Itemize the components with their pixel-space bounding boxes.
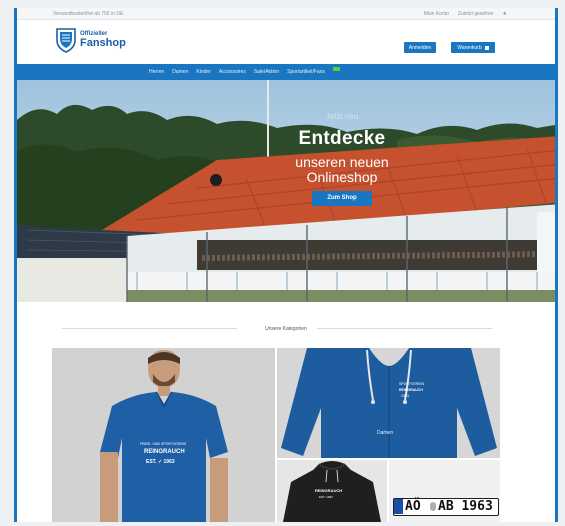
new-badge-icon (332, 67, 340, 71)
login-button[interactable]: Anmelden (404, 42, 436, 53)
tshirt-print-line3: EST. ✓ 1963 (146, 459, 175, 465)
heading-divider-right (317, 328, 492, 329)
main-navigation: Herren Damen Kinder Accessoires Sale/Akt… (17, 64, 555, 80)
category-tile-accessoires[interactable]: AÖ AB 1963 (389, 460, 500, 522)
jacket-print-line2: REINGRAUCH (399, 388, 423, 392)
nav-item-accessoires[interactable]: Accessoires (219, 69, 246, 75)
club-crest-icon (56, 28, 76, 53)
category-tile-kinder[interactable]: REINGRAUCH EST. 1963 (277, 460, 387, 522)
utility-links: Mein Konto Zuletzt gesehen ★ (424, 11, 507, 17)
nav-item-damen[interactable]: Damen (172, 69, 188, 75)
nav-item-sportartikel[interactable]: Sportartikel/Fans (287, 69, 325, 75)
nav-item-sale[interactable]: Sale/Aktion (254, 69, 279, 75)
plate-district: AÖ (405, 499, 421, 514)
logo-wordmark: Offizieller Fanshop (80, 31, 126, 49)
jacket-photo (281, 348, 497, 458)
tshirt-print-line1: FREIE- UND SPORTVEREIN (140, 442, 187, 446)
jacket-print-line3: 1963 (401, 394, 409, 398)
hoodie-print-line2: EST. 1963 (319, 495, 333, 499)
account-link[interactable]: Mein Konto (424, 11, 449, 17)
cart-icon (484, 45, 489, 50)
hoodie-print-line1: REINGRAUCH (315, 488, 343, 493)
jacket-category-label: Damen (377, 430, 394, 436)
license-plate: AÖ AB 1963 (393, 498, 499, 516)
logo-line2: Fanshop (80, 37, 126, 49)
cart-button-label: Warenkorb (457, 44, 482, 51)
nav-item-kinder[interactable]: Kinder (196, 69, 210, 75)
recently-viewed-link[interactable]: Zuletzt gesehen (458, 11, 494, 17)
shop-logo[interactable]: Offizieller Fanshop (55, 27, 126, 53)
top-utility-bar: Versandkostenfrei ab 75€ in DE Mein Kont… (17, 8, 555, 20)
tshirt-print-line2: REINGRAUCH (144, 449, 185, 455)
cart-button[interactable]: Warenkorb (451, 42, 495, 53)
hero-title: Entdecke (298, 128, 386, 149)
shop-now-button[interactable]: Zum Shop (312, 191, 372, 206)
hero-kicker: Jetzt neu (325, 112, 359, 121)
category-tile-herren[interactable]: FREIE- UND SPORTVEREIN REINGRAUCH EST. ✓… (52, 348, 275, 522)
hero-subtitle-line1: unseren neuen (295, 154, 389, 170)
category-tile-damen[interactable]: SPORTVEREIN REINGRAUCH 1963 Damen (277, 348, 500, 458)
eu-band-icon (394, 499, 403, 514)
jacket-print-line1: SPORTVEREIN (399, 382, 425, 386)
site-header: Offizieller Fanshop Anmelden Warenkorb (17, 20, 555, 64)
categories-heading: Unsere Kategorien (265, 326, 307, 332)
wishlist-icon[interactable]: ★ (503, 11, 507, 17)
plate-number: AB 1963 (438, 499, 493, 514)
tshirt-model-photo (100, 350, 228, 522)
shipping-notice: Versandkostenfrei ab 75€ in DE (53, 11, 124, 17)
hero-text-block: Jetzt neu Entdecke unseren neuen Onlines… (267, 112, 417, 206)
browser-page: Versandkostenfrei ab 75€ in DE Mein Kont… (14, 8, 558, 522)
nav-item-herren[interactable]: Herren (149, 69, 164, 75)
hero-subtitle-line2: Onlineshop (306, 169, 378, 185)
plate-seal-icon (430, 502, 436, 511)
hero-banner: Jetzt neu Entdecke unseren neuen Onlines… (17, 80, 555, 302)
